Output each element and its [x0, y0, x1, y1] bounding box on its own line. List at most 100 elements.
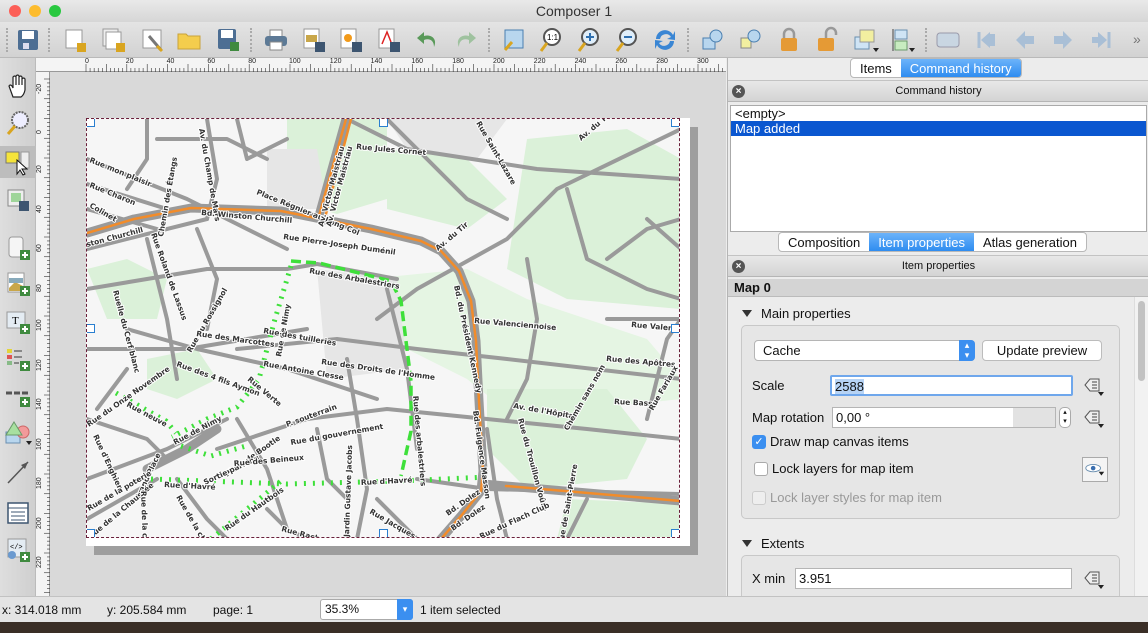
add-arrow-icon[interactable]: [4, 458, 32, 486]
command-history-list[interactable]: <empty> Map added: [730, 105, 1147, 232]
add-scalebar-icon[interactable]: [4, 381, 32, 409]
vertical-ruler[interactable]: -20 0 20 40 60 80 100 120 140 160 180 200 220: [36, 72, 50, 596]
composer-manager-icon[interactable]: [139, 26, 167, 54]
svg-text:</>: </>: [10, 544, 23, 552]
lock-layers-checkbox[interactable]: [754, 462, 768, 476]
export-pdf-icon[interactable]: [375, 26, 403, 54]
xmin-input[interactable]: 3.951: [795, 568, 1072, 589]
zoom-value: 35.3%: [325, 602, 360, 616]
map-item[interactable]: Rue Jules Cornet Rue mon plaisir Rue Charo…: [86, 118, 680, 538]
list-item[interactable]: <empty>: [731, 106, 1146, 121]
close-window-button[interactable]: [9, 5, 21, 17]
lock-layer-styles-label: Lock layer styles for map item: [770, 490, 942, 505]
zoom-combo[interactable]: 35.3% ▾: [320, 599, 413, 620]
move-content-icon[interactable]: [4, 186, 32, 214]
tab-command-history[interactable]: Command history: [900, 59, 1021, 77]
next-feature-icon[interactable]: [1049, 26, 1077, 54]
minimize-window-button[interactable]: [29, 5, 41, 17]
item-properties-header: × Item properties: [728, 255, 1148, 277]
street-label: Rue d'Havré: [164, 480, 216, 492]
collapse-triangle-icon: [742, 310, 752, 317]
zoom-icon[interactable]: [4, 109, 32, 137]
last-feature-icon[interactable]: [1087, 26, 1115, 54]
resize-handle[interactable]: [379, 119, 388, 127]
add-image-icon[interactable]: [4, 270, 32, 298]
map-rotation-input[interactable]: 0,00 °: [832, 407, 1056, 428]
properties-scrollbar[interactable]: [1134, 297, 1148, 596]
zoom-in-icon[interactable]: [575, 26, 603, 54]
item-properties-content: Main properties Cache ▴ ▾ Update preview S…: [728, 297, 1133, 596]
export-image-icon[interactable]: [300, 26, 328, 54]
scale-label: Scale: [752, 378, 785, 393]
preview-mode-select[interactable]: Cache ▴ ▾: [754, 340, 975, 361]
rotation-spinner[interactable]: ▴ ▾: [1059, 407, 1071, 428]
resize-handle[interactable]: [87, 119, 95, 127]
print-icon[interactable]: [262, 26, 290, 54]
add-shape-icon[interactable]: [4, 418, 32, 446]
horizontal-ruler[interactable]: 0 20 40 60 80 100 120 140 160 180 200 220 240 260 280 3…: [36, 58, 726, 72]
lock-layer-styles-checkbox[interactable]: [752, 491, 766, 505]
composer-canvas[interactable]: Rue Jules Cornet Rue mon plaisir Rue Charo…: [50, 72, 726, 596]
toolbar-overflow-button[interactable]: »: [1133, 31, 1141, 47]
select-move-icon[interactable]: [4, 148, 32, 176]
tab-items[interactable]: Items: [851, 59, 901, 77]
previous-feature-icon[interactable]: [1011, 26, 1039, 54]
scrollbar-thumb[interactable]: [1138, 301, 1145, 381]
data-defined-override-icon[interactable]: [1082, 375, 1106, 397]
select-all-icon[interactable]: [699, 26, 727, 54]
draw-canvas-items-checkbox[interactable]: ✓: [752, 435, 766, 449]
zoom-actual-icon[interactable]: 1:1: [537, 26, 565, 54]
pan-icon[interactable]: [4, 72, 32, 100]
zoom-out-icon[interactable]: [613, 26, 641, 54]
resize-handle[interactable]: [671, 119, 679, 127]
export-svg-icon[interactable]: [337, 26, 365, 54]
resize-handle[interactable]: [671, 529, 679, 537]
resize-handle[interactable]: [671, 324, 679, 333]
update-preview-button[interactable]: Update preview: [982, 340, 1102, 361]
refresh-icon[interactable]: [651, 26, 679, 54]
new-composer-icon[interactable]: [62, 26, 90, 54]
toolbar-grip[interactable]: [6, 28, 10, 52]
first-feature-icon[interactable]: [973, 26, 1001, 54]
resize-handle[interactable]: [87, 529, 95, 537]
save-icon[interactable]: [14, 26, 42, 54]
scale-value: 2588: [835, 379, 864, 394]
add-label-icon[interactable]: T: [4, 308, 32, 336]
close-icon[interactable]: ×: [732, 260, 745, 273]
raise-items-icon[interactable]: [852, 26, 880, 54]
close-icon[interactable]: ×: [732, 85, 745, 98]
maximize-window-button[interactable]: [49, 5, 61, 17]
item-name: Map 0: [728, 279, 1148, 297]
redo-icon[interactable]: [451, 26, 479, 54]
add-table-icon[interactable]: [4, 499, 32, 527]
select-next-icon[interactable]: [737, 26, 765, 54]
tab-atlas-generation[interactable]: Atlas generation: [974, 233, 1086, 251]
street-label: Rue des Beineux: [233, 453, 304, 468]
align-items-icon[interactable]: [889, 26, 917, 54]
data-defined-override-icon[interactable]: [1082, 568, 1106, 590]
tab-composition[interactable]: Composition: [779, 233, 869, 251]
open-template-icon[interactable]: [175, 26, 203, 54]
chevron-down-icon: ▾: [397, 599, 413, 620]
tab-item-properties[interactable]: Item properties: [869, 233, 974, 251]
scale-input[interactable]: 2588: [830, 375, 1073, 396]
atlas-preview-icon[interactable]: [934, 26, 962, 54]
window-title: Composer 1: [535, 3, 613, 19]
list-item-selected[interactable]: Map added: [731, 121, 1146, 136]
extents-toggle[interactable]: Extents: [742, 536, 804, 551]
lock-icon[interactable]: [775, 26, 803, 54]
main-properties-toggle[interactable]: Main properties: [742, 306, 851, 321]
add-legend-icon[interactable]: [4, 345, 32, 373]
top-tabs: Items Command history: [850, 58, 1022, 78]
resize-handle[interactable]: [379, 529, 388, 537]
data-defined-override-icon[interactable]: [1082, 407, 1106, 429]
undo-icon[interactable]: [414, 26, 442, 54]
add-html-icon[interactable]: </>: [4, 536, 32, 564]
resize-handle[interactable]: [87, 324, 95, 333]
unlock-icon[interactable]: [813, 26, 841, 54]
duplicate-composer-icon[interactable]: [101, 26, 129, 54]
save-template-icon[interactable]: [214, 26, 242, 54]
zoom-full-icon[interactable]: [500, 26, 528, 54]
add-map-icon[interactable]: [4, 234, 32, 262]
layer-presets-button[interactable]: [1082, 457, 1108, 482]
